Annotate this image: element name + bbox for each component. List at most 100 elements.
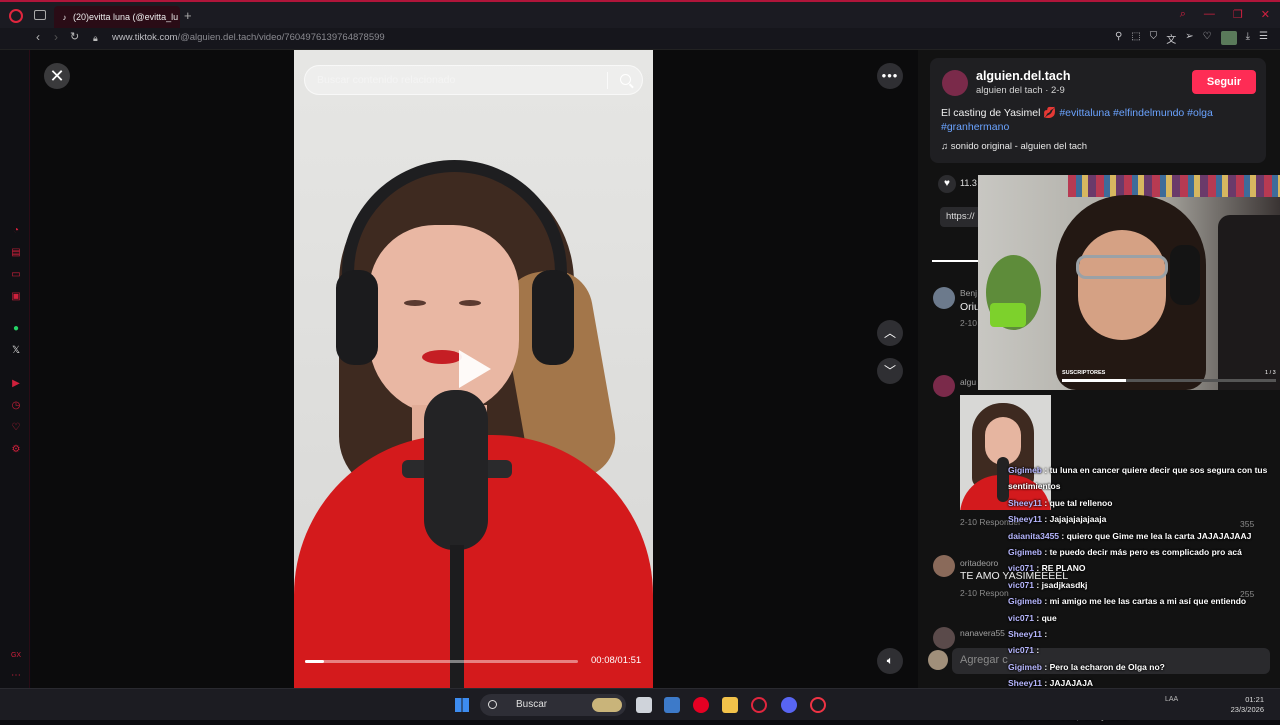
author-avatar[interactable] (942, 70, 968, 96)
maximize-icon[interactable]: ❐ (1233, 8, 1243, 21)
author-card: alguien.del.tach alguien del tach · 2-9 … (930, 58, 1266, 163)
profile-avatar[interactable] (1220, 31, 1237, 45)
more-options-button[interactable]: ••• (877, 63, 903, 89)
music-icon[interactable]: ▣ (10, 291, 22, 303)
new-tab-button[interactable]: + (184, 8, 192, 23)
send-icon[interactable]: ➢ (1185, 31, 1193, 46)
tab-switcher-icon[interactable] (34, 10, 46, 20)
sound-link[interactable]: ♫ sonido original - alguien del tach (941, 141, 1087, 152)
back-icon[interactable]: ‹ (36, 30, 40, 44)
reload-icon[interactable]: ↻ (70, 30, 79, 43)
heart-icon[interactable]: ♡ (1203, 31, 1212, 46)
chat-username[interactable]: Gigimeb (1008, 662, 1042, 672)
video-time: 00:08/01:51 (591, 655, 642, 666)
comment-text: Oriu (960, 301, 980, 313)
subscriber-goal-count: 1 / 3 (1265, 370, 1276, 376)
pin-icon[interactable]: ⚲ (1115, 31, 1122, 46)
comment-avatar[interactable] (933, 375, 955, 397)
chat-text: : que tal rellenoo (1044, 497, 1113, 508)
chat-username[interactable]: vic071 (1008, 613, 1034, 623)
next-video-button[interactable]: ﹀ (877, 358, 903, 384)
pinterest-icon[interactable] (693, 697, 709, 713)
aria-icon[interactable]: ◔ (10, 225, 22, 237)
stream-chat: Gigimeb : tu luna en cancer quiere decir… (1008, 462, 1278, 725)
url-host: www.tiktok.com (112, 32, 178, 43)
window-controls: ⌕ — ❐ ✕ (1180, 8, 1270, 21)
chat-username[interactable]: vic071 (1008, 645, 1034, 655)
chat-username[interactable]: vic071 (1008, 563, 1034, 573)
opera-gx-icon[interactable] (751, 697, 767, 713)
history-icon[interactable]: ◷ (10, 400, 22, 412)
chat-username[interactable]: Gigimeb (1008, 547, 1042, 557)
comment-avatar[interactable] (933, 555, 955, 577)
previous-video-button[interactable]: ︿ (877, 320, 903, 346)
video-progress-bar[interactable] (305, 660, 578, 663)
comment-avatar[interactable] (933, 627, 955, 649)
chat-username[interactable]: Sheey11 (1008, 514, 1042, 524)
minimize-icon[interactable]: — (1204, 8, 1215, 21)
opera-logo-icon[interactable] (9, 9, 23, 23)
x-icon[interactable]: 𝕏 (10, 345, 22, 357)
windows-start-icon[interactable] (455, 698, 469, 712)
comment-user[interactable]: nanavera55 (960, 628, 1005, 638)
follow-button[interactable]: Seguir (1192, 70, 1256, 94)
chat-text: : quiero que Gime me lea la carta JAJAJA… (1061, 530, 1252, 541)
messenger-icon[interactable]: ▭ (10, 269, 22, 281)
file-icon[interactable] (636, 697, 652, 713)
player-icon[interactable]: ▶ (10, 378, 22, 390)
discord-icon[interactable] (781, 697, 797, 713)
search-tabs-icon[interactable]: ⌕ (1180, 8, 1186, 21)
shield-icon[interactable]: ⛉ (1150, 31, 1158, 46)
extension-toolbar: ⚲ ⬚ ⛉ 文 ➢ ♡ ⤓ ☰ (1115, 31, 1268, 46)
volume-button[interactable]: 🔈︎ (877, 648, 903, 674)
translate-icon[interactable]: 文 (1166, 31, 1176, 46)
author-name[interactable]: alguien.del.tach (976, 69, 1070, 83)
whatsapp-icon[interactable]: ● (10, 323, 22, 335)
forward-icon[interactable]: › (54, 30, 58, 44)
snapshot-icon[interactable]: ⬚ (1131, 31, 1140, 46)
chat-username[interactable]: Gigimeb (1008, 596, 1042, 606)
comment-user[interactable]: Benj (960, 288, 977, 298)
close-video-button[interactable]: ✕ (44, 63, 70, 89)
chat-username[interactable]: vic071 (1008, 580, 1034, 590)
comment-user[interactable]: oritadeoro (960, 558, 998, 568)
search-icon[interactable] (620, 74, 631, 85)
chat-text: : te puedo decir más pero es complicado … (1044, 547, 1242, 558)
chat-message: vic071 : jsadjkasdkj (1008, 577, 1278, 593)
chat-text: : mi amigo me lee las cartas a mi así qu… (1044, 596, 1247, 607)
video-player[interactable]: Buscar contenido relacionado 00:08/01:51 (294, 50, 653, 688)
chat-username[interactable]: Gigimeb (1008, 465, 1042, 475)
chat-username[interactable]: Sheey11 (1008, 678, 1042, 688)
heart-icon[interactable]: ♥ (938, 175, 956, 193)
subscriber-goal-fill (1062, 379, 1127, 382)
close-window-icon[interactable]: ✕ (1261, 8, 1270, 21)
gx-icon[interactable]: GX (10, 650, 22, 662)
bookmarks-icon[interactable]: ♡ (10, 422, 22, 434)
caption-text: El casting de Yasimel 💋 (941, 107, 1060, 119)
menu-icon[interactable]: ☰ (1259, 31, 1268, 46)
url-field[interactable]: www.tiktok.com/@alguien.del.tach/video/7… (112, 32, 385, 43)
comment-avatar[interactable] (933, 287, 955, 309)
chat-text: : RE PLANO (1036, 563, 1086, 574)
burger-widget-icon[interactable] (592, 698, 622, 712)
more-icon[interactable]: ⋯ (10, 670, 22, 682)
video-frame-headphones (342, 160, 567, 280)
comment-user[interactable]: algu (960, 377, 976, 387)
chat-username[interactable]: Sheey11 (1008, 498, 1042, 508)
chat-username[interactable]: Sheey11 (1008, 629, 1042, 639)
app-icon[interactable] (810, 697, 826, 713)
taskbar-clock[interactable]: 01:21 23/3/2026 (1231, 695, 1264, 715)
file-explorer-icon[interactable] (722, 697, 738, 713)
chat-message: vic071 : RE PLANO (1008, 560, 1278, 576)
language-indicator[interactable]: LAA (1165, 695, 1178, 705)
browser-sidebar: ◔ ▤ ▭ ▣ ● 𝕏 ▶ ◷ ♡ ⚙ GX ⋯ (0, 50, 30, 690)
chat-username[interactable]: daianita3455 (1008, 531, 1059, 541)
tab-active[interactable]: ♪ (20)evitta luna (@evitta_lu (54, 6, 180, 28)
related-search-input[interactable]: Buscar contenido relacionado (304, 65, 643, 95)
photos-icon[interactable] (664, 697, 680, 713)
video-frame-lips (422, 350, 462, 364)
settings-icon[interactable]: ⚙ (10, 444, 22, 456)
download-icon[interactable]: ⤓ (1246, 31, 1250, 46)
crypto-wallet-icon[interactable]: ▤ (10, 247, 22, 259)
play-icon[interactable] (459, 350, 491, 388)
